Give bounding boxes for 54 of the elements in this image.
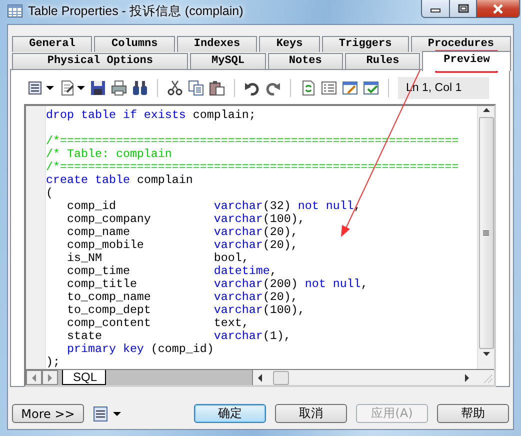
- save-icon: [90, 80, 106, 96]
- tab[interactable]: Keys: [259, 36, 320, 52]
- form-edit-icon: [342, 80, 358, 96]
- caret-icon: [77, 86, 85, 90]
- tab[interactable]: Procedures: [410, 36, 512, 52]
- undo-icon: [244, 80, 260, 96]
- list-icon: [28, 80, 44, 96]
- previous-sheet-button[interactable]: [26, 370, 42, 385]
- dialog-button[interactable]: 取消: [275, 404, 347, 423]
- edit-icon: [59, 80, 75, 96]
- cut-icon: [167, 80, 183, 96]
- tab[interactable]: Preview: [422, 51, 512, 71]
- window-title: Table Properties - 投诉信息 (complain): [28, 2, 244, 20]
- print-icon: [111, 80, 127, 96]
- scroll-thumb[interactable]: [478, 117, 494, 349]
- copy-icon: [188, 80, 204, 96]
- caret-icon: [113, 412, 121, 416]
- tab[interactable]: Physical Options: [12, 53, 188, 69]
- tab[interactable]: Columns: [94, 36, 175, 52]
- scroll-thumb[interactable]: [273, 370, 289, 384]
- close-icon: [492, 4, 504, 14]
- binoculars-icon: [132, 80, 148, 96]
- tab[interactable]: Rules: [345, 53, 420, 69]
- scroll-right-icon: [464, 372, 470, 382]
- vertical-scrollbar[interactable]: [477, 106, 494, 369]
- list-icon: [93, 406, 109, 422]
- document-list-icon: [321, 80, 337, 96]
- highlight-box: [435, 50, 498, 73]
- caret-icon: [46, 86, 54, 90]
- form-check-icon: [363, 80, 379, 96]
- maximize-button[interactable]: [450, 0, 477, 18]
- tab[interactable]: MySQL: [190, 53, 266, 69]
- dialog-button[interactable]: More >>: [12, 404, 84, 423]
- left-arrow-icon: [31, 372, 37, 382]
- maximize-icon: [458, 4, 468, 13]
- dialog-button[interactable]: 帮助: [437, 404, 509, 423]
- sheet-tab[interactable]: SQL: [62, 370, 106, 385]
- tab[interactable]: Indexes: [176, 36, 258, 52]
- next-sheet-button[interactable]: [42, 370, 58, 385]
- tab[interactable]: Notes: [268, 53, 344, 69]
- scroll-left-icon: [257, 372, 263, 382]
- close-button[interactable]: [477, 0, 520, 18]
- refresh-icon: [300, 80, 316, 96]
- tab[interactable]: General: [12, 36, 92, 52]
- horizontal-scrollbar[interactable]: [252, 370, 494, 385]
- paste-icon: [209, 80, 225, 96]
- dialog-button[interactable]: 确定: [194, 404, 266, 423]
- table-icon: [7, 3, 23, 19]
- redo-icon: [265, 80, 281, 96]
- grip-icon: [482, 230, 490, 236]
- tab[interactable]: Triggers: [322, 36, 409, 52]
- right-arrow-icon: [47, 372, 53, 382]
- minimize-button[interactable]: [421, 0, 450, 18]
- scroll-up-icon: [482, 106, 490, 115]
